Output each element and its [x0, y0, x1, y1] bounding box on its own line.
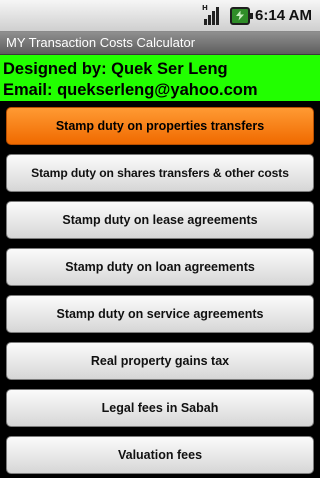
menu-list: Stamp duty on properties transfers Stamp… [0, 101, 320, 474]
status-icons: H 6:14 AM [202, 0, 320, 31]
clock-ampm: AM [288, 7, 312, 24]
signal-icon: H [202, 3, 224, 27]
valuation-fees-button[interactable]: Valuation fees [6, 436, 314, 474]
designer-credit: Designed by: Quek Ser Leng [3, 60, 228, 78]
network-type-label: H [202, 3, 208, 12]
stamp-duty-shares-button[interactable]: Stamp duty on shares transfers & other c… [6, 154, 314, 192]
stamp-duty-lease-button[interactable]: Stamp duty on lease agreements [6, 201, 314, 239]
app-title: MY Transaction Costs Calculator [6, 35, 196, 50]
legal-fees-sabah-button[interactable]: Legal fees in Sabah [6, 389, 314, 427]
contact-email: Email: quekserleng@yahoo.com [3, 81, 258, 99]
app-screen: H 6:14 AM MY Transaction Costs Calculato… [0, 0, 320, 478]
clock-time: 6:14 [255, 7, 286, 24]
credits-banner: Designed by: Quek Ser Leng Email: quekse… [0, 55, 320, 101]
status-clock: 6:14 AM [255, 7, 312, 24]
stamp-duty-service-button[interactable]: Stamp duty on service agreements [6, 295, 314, 333]
real-property-gains-tax-button[interactable]: Real property gains tax [6, 342, 314, 380]
battery-charging-icon [230, 6, 254, 25]
stamp-duty-properties-button[interactable]: Stamp duty on properties transfers [6, 107, 314, 145]
stamp-duty-loan-button[interactable]: Stamp duty on loan agreements [6, 248, 314, 286]
app-title-bar: MY Transaction Costs Calculator [0, 32, 320, 55]
status-bar: H 6:14 AM [0, 0, 320, 32]
